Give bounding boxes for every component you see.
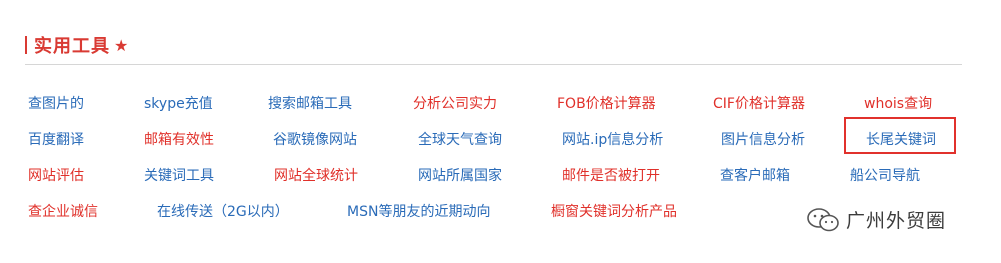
link-baidu-translate[interactable]: 百度翻译 [28, 131, 84, 149]
section-header: 实用工具 ★ [25, 32, 128, 58]
link-whois[interactable]: whois查询 [864, 95, 932, 113]
link-fob-calculator[interactable]: FOB价格计算器 [557, 95, 656, 113]
link-site-country[interactable]: 网站所属国家 [418, 167, 502, 185]
link-global-weather[interactable]: 全球天气查询 [418, 131, 502, 149]
watermark: 广州外贸圈 [806, 206, 946, 233]
link-email-search[interactable]: 搜索邮箱工具 [268, 95, 352, 113]
title-accent-bar [25, 36, 27, 54]
divider [25, 64, 962, 65]
link-shipping-nav[interactable]: 船公司导航 [850, 167, 920, 185]
link-online-transfer[interactable]: 在线传送（2G以内） [157, 203, 289, 221]
link-customer-email[interactable]: 查客户邮箱 [720, 167, 790, 185]
link-keyword-tool[interactable]: 关键词工具 [144, 167, 214, 185]
section-title: 实用工具 [34, 36, 110, 57]
star-icon: ★ [114, 35, 129, 55]
link-skype-topup[interactable]: skype充值 [144, 95, 213, 113]
link-site-global-stats[interactable]: 网站全球统计 [274, 167, 358, 185]
link-google-mirror[interactable]: 谷歌镜像网站 [273, 131, 357, 149]
link-enterprise-credit[interactable]: 查企业诚信 [28, 203, 98, 221]
link-msn-friends[interactable]: MSN等朋友的近期动向 [347, 203, 490, 221]
link-image-info[interactable]: 图片信息分析 [721, 131, 805, 149]
link-company-strength[interactable]: 分析公司实力 [413, 95, 497, 113]
link-site-ip-info[interactable]: 网站.ip信息分析 [562, 131, 663, 149]
link-email-validity[interactable]: 邮箱有效性 [144, 131, 214, 149]
wechat-icon [807, 207, 839, 231]
link-showcase-keywords[interactable]: 橱窗关键词分析产品 [551, 203, 677, 221]
link-email-opened[interactable]: 邮件是否被打开 [562, 167, 660, 185]
link-site-evaluation[interactable]: 网站评估 [28, 167, 84, 185]
watermark-text: 广州外贸圈 [846, 210, 947, 232]
highlight-box [844, 117, 956, 154]
link-image-search[interactable]: 查图片的 [28, 95, 84, 113]
link-cif-calculator[interactable]: CIF价格计算器 [713, 95, 805, 113]
